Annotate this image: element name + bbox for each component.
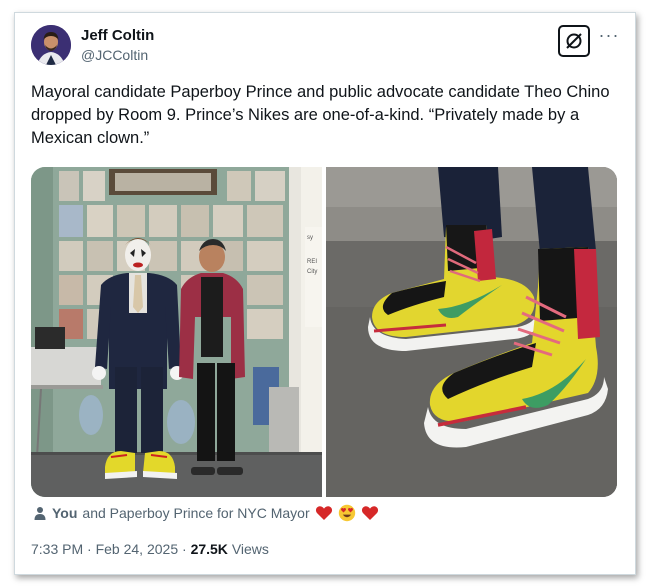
social-text[interactable]: and Paperboy Prince for NYC Mayor	[82, 505, 309, 521]
grok-button[interactable]	[558, 25, 590, 57]
media-grid: sy REI City	[31, 167, 617, 497]
social-context: You and Paperboy Prince for NYC Mayor	[33, 503, 379, 523]
heart-eyes-icon	[338, 504, 355, 522]
photo-sneakers-image	[326, 167, 617, 497]
social-you[interactable]: You	[52, 505, 77, 521]
tweet-time[interactable]: 7:33 PM	[31, 541, 83, 557]
avatar-image	[31, 25, 71, 65]
person-icon	[34, 507, 46, 520]
more-dots-icon: ···	[598, 25, 620, 45]
grok-icon	[566, 33, 582, 49]
poster-text-2: REI	[307, 259, 317, 265]
photo-candidates[interactable]: sy REI City	[31, 167, 322, 497]
poster-text-3: City	[307, 269, 317, 275]
author-handle[interactable]: @JCColtin	[81, 47, 148, 63]
views-count[interactable]: 27.5K	[191, 541, 228, 557]
tweet-text: Mayoral candidate Paperboy Prince and pu…	[31, 83, 610, 147]
author-name[interactable]: Jeff Coltin	[81, 27, 154, 44]
poster-text-1: sy	[307, 235, 313, 241]
heart-icon	[361, 506, 378, 520]
heart-icon	[315, 506, 332, 520]
author-avatar[interactable]	[31, 25, 71, 65]
photo-candidates-image: sy REI City	[31, 167, 322, 497]
views-label: Views	[231, 541, 269, 557]
tweet-date[interactable]: Feb 24, 2025	[96, 541, 179, 557]
photo-sneakers[interactable]	[326, 167, 617, 497]
tweet-meta: 7:33 PM · Feb 24, 2025 · 27.5K Views	[31, 541, 269, 557]
tweet-card: Jeff Coltin @JCColtin ··· Mayoral candid…	[14, 12, 636, 575]
more-options-button[interactable]: ···	[597, 26, 621, 49]
meta-separator: ·	[87, 541, 92, 557]
meta-separator: ·	[182, 541, 187, 557]
